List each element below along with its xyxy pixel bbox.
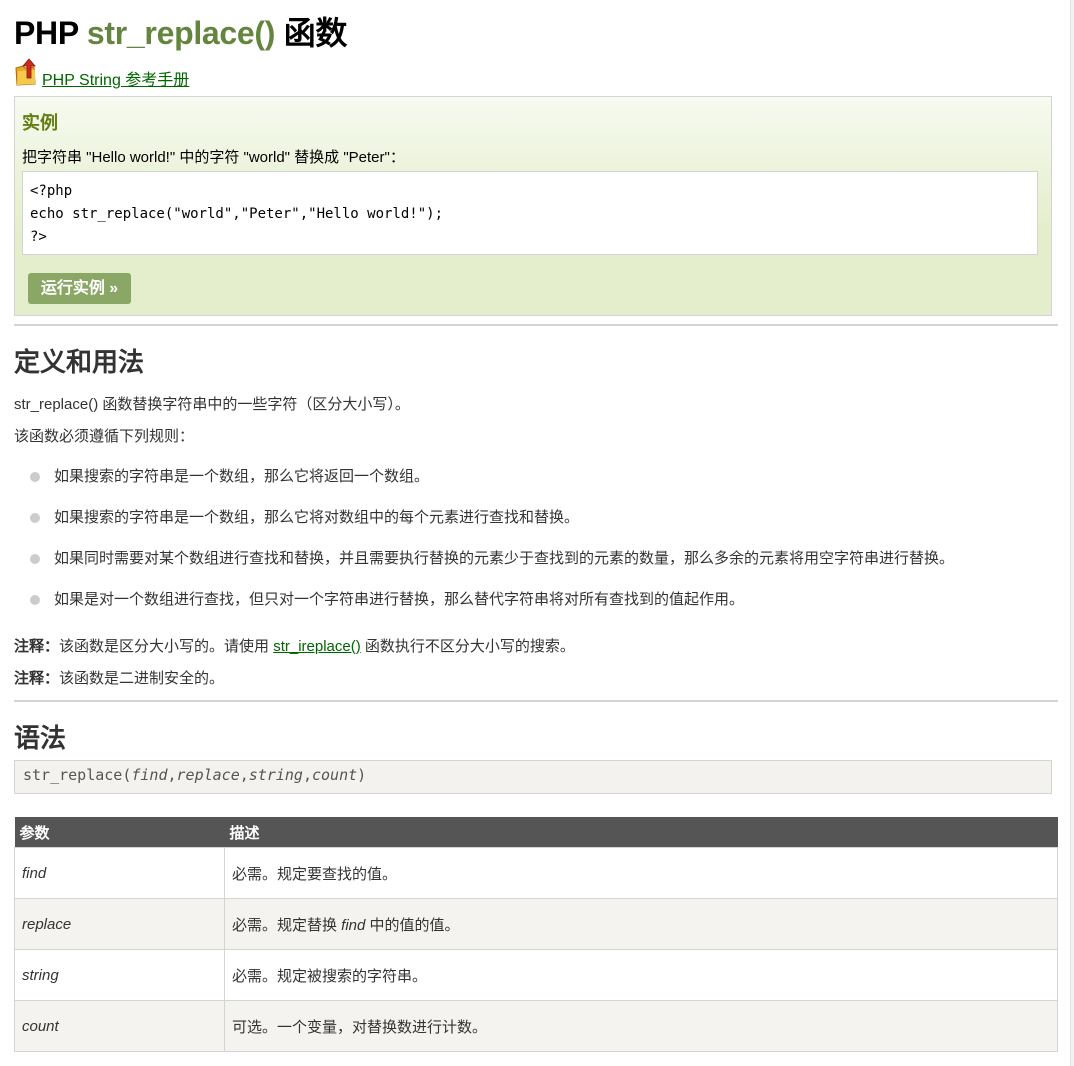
table-row: count 可选。一个变量，对替换数进行计数。 [14,1000,1058,1052]
folder-arrow-icon [14,58,38,91]
list-item: 如果搜索的字符串是一个数组，那么它将对数组中的每个元素进行查找和替换。 [30,506,954,547]
syntax-heading: 语法 [14,723,67,753]
rules-list: 如果搜索的字符串是一个数组，那么它将返回一个数组。 如果搜索的字符串是一个数组，… [30,465,954,629]
run-example-button[interactable]: 运行实例 » [28,273,131,304]
param-description: 可选。一个变量，对替换数进行计数。 [224,1000,1058,1052]
parameters-table: 参数 描述 find 必需。规定要查找的值。 replace 必需。规定替换 f… [14,817,1058,1052]
table-row: replace 必需。规定替换 find 中的值的值。 [14,898,1058,950]
title-prefix: PHP [14,15,79,51]
bullet-icon [30,554,40,564]
page: PHP str_replace() 函数 PHP String 参考手册 实例 … [0,0,1070,1066]
list-item: 如果是对一个数组进行查找，但只对一个字符串进行替换，那么替代字符串将对所有查找到… [30,588,954,629]
header-param: 参数 [14,817,225,848]
definition-intro: str_replace() 函数替换字符串中的一些字符（区分大小写）。 [14,396,410,413]
title-function-name: str_replace() [86,15,276,51]
syntax-block: str_replace(find,replace,string,count) [14,760,1052,794]
table-row: string 必需。规定被搜索的字符串。 [14,949,1058,1001]
note-binary-safe: 注释：该函数是二进制安全的。 [14,670,225,687]
definition-heading: 定义和用法 [14,347,145,377]
example-heading: 实例 [22,113,58,133]
param-name: string [14,949,225,1001]
param-description: 必需。规定要查找的值。 [224,847,1058,899]
param-description: 必需。规定替换 find 中的值的值。 [224,898,1058,950]
example-description: 把字符串 "Hello world!" 中的字符 "world" 替换成 "Pe… [22,149,405,166]
reference-link-row[interactable]: PHP String 参考手册 [14,58,189,91]
table-row: find 必需。规定要查找的值。 [14,847,1058,899]
table-header-row: 参数 描述 [14,817,1058,848]
bullet-icon [30,513,40,523]
param-name: count [14,1000,225,1052]
header-description: 描述 [224,817,1058,848]
note-label: 注释： [14,670,60,687]
str-ireplace-link[interactable]: str_ireplace() [273,638,361,655]
bullet-icon [30,472,40,482]
bullet-icon [30,595,40,605]
note-label: 注释： [14,638,60,655]
page-title: PHP str_replace() 函数 [14,8,347,54]
example-box: 实例 把字符串 "Hello world!" 中的字符 "world" 替换成 … [14,96,1052,316]
list-item: 如果同时需要对某个数组进行查找和替换，并且需要执行替换的元素少于查找到的元素的数… [30,547,954,588]
param-name: replace [14,898,225,950]
example-code-block: <?php echo str_replace("world","Peter","… [22,171,1038,255]
scrollbar-track[interactable] [1070,0,1074,1066]
param-description: 必需。规定被搜索的字符串。 [224,949,1058,1001]
divider [14,700,1058,702]
divider [14,324,1058,326]
title-suffix: 函数 [283,15,348,51]
param-name: find [14,847,225,899]
rules-intro: 该函数必须遵循下列规则： [14,428,195,445]
list-item: 如果搜索的字符串是一个数组，那么它将返回一个数组。 [30,465,954,506]
note-case-sensitive: 注释：该函数是区分大小写的。请使用 str_ireplace() 函数执行不区分… [14,638,575,655]
php-string-reference-link[interactable]: PHP String 参考手册 [42,71,189,91]
